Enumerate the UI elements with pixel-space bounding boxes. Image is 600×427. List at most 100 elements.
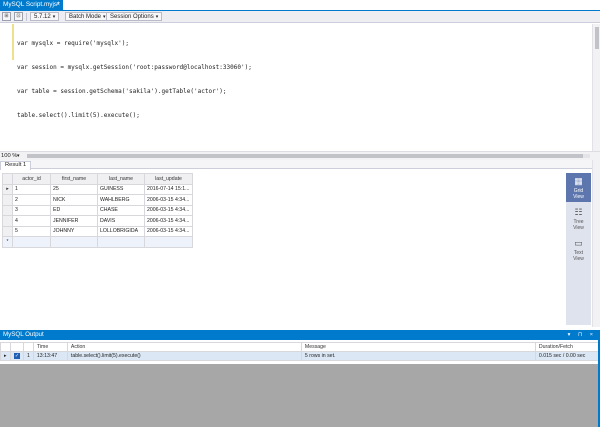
session-options-label: Session Options — [110, 14, 154, 20]
server-version-label: 5.7.12 — [34, 14, 51, 20]
row-header-corner — [2, 173, 13, 185]
table-row[interactable]: ▸ 1 25 GUINESS 2016-07-14 15:1... — [2, 183, 193, 195]
tab-result-1[interactable]: Result 1 — [0, 161, 32, 170]
code-line: table.select().limit(5).execute(); — [17, 112, 140, 119]
table-cell[interactable]: 2006-03-15 4:34... — [144, 225, 193, 237]
document-tab-bar: MySQL Script.myjs* × — [0, 0, 600, 10]
column-header[interactable]: Message — [300, 342, 536, 352]
result-tab-bar: Result 1 — [0, 160, 600, 170]
column-header[interactable]: Time — [32, 342, 68, 352]
row-header-corner — [0, 342, 11, 352]
editor-vertical-scrollbar[interactable] — [592, 24, 600, 151]
grid-view-label-2: View — [573, 194, 584, 200]
toolbar-separator — [26, 13, 27, 21]
table-cell[interactable]: 2006-03-15 4:34... — [144, 215, 193, 227]
table-cell: 1 — [23, 351, 34, 361]
results-vertical-scrollbar[interactable] — [592, 160, 600, 327]
table-cell[interactable]: LOLLOBRIGIDA — [97, 225, 145, 237]
table-row[interactable]: 5 JOHNNY LOLLOBRIGIDA 2006-03-15 4:34... — [2, 225, 193, 237]
tree-view-label-2: View — [573, 225, 584, 231]
column-header[interactable]: last_update — [144, 173, 193, 185]
table-cell[interactable]: CHASE — [97, 204, 145, 216]
table-cell[interactable]: 2006-03-15 4:34... — [144, 204, 193, 216]
table-cell[interactable]: 1 — [12, 183, 51, 195]
table-cell: 0.015 sec / 0.00 sec — [534, 351, 600, 361]
row-header[interactable] — [2, 194, 13, 206]
script-editor[interactable]: var mysqlx = require('mysqlx'); var sess… — [0, 24, 600, 151]
changed-lines-marker — [12, 24, 14, 60]
column-header[interactable]: Action — [66, 342, 302, 352]
table-row[interactable]: 2 NICK WAHLBERG 2006-03-15 4:34... — [2, 194, 193, 206]
grid-view-button[interactable]: ▦ Grid View — [566, 173, 591, 202]
close-tab-icon[interactable]: × — [56, 0, 60, 10]
session-options-dropdown[interactable]: Session Options ▾ — [106, 12, 163, 21]
table-cell: 5 rows in set. — [300, 351, 536, 361]
result-grid[interactable]: actor_id first_name last_name last_updat… — [2, 173, 193, 248]
chevron-down-icon: ▾ — [52, 14, 56, 20]
table-cell[interactable]: 3 — [12, 204, 51, 216]
output-log-table[interactable]: Time Action Message Duration/Fetch ▸ ✓ 1… — [0, 342, 600, 361]
text-view-button[interactable]: ▭ Text View — [566, 235, 591, 264]
table-cell[interactable] — [12, 236, 51, 248]
table-cell[interactable] — [97, 236, 145, 248]
zoom-bar: 100 % ▾ — [0, 151, 600, 160]
scrollbar-thumb[interactable] — [27, 154, 583, 158]
view-switcher: ▦ Grid View ☷ Tree View ▭ Text View — [566, 173, 591, 325]
index-column-header — [23, 342, 34, 352]
table-cell: table.select().limit(5).execute() — [66, 351, 302, 361]
table-cell[interactable] — [144, 236, 193, 248]
table-cell[interactable] — [50, 236, 98, 248]
row-header[interactable] — [2, 204, 13, 216]
row-header[interactable] — [2, 215, 13, 227]
success-check-icon: ✓ — [14, 353, 20, 359]
table-cell[interactable]: 25 — [50, 183, 98, 195]
table-row[interactable]: 3 ED CHASE 2006-03-15 4:34... — [2, 204, 193, 216]
zoom-level[interactable]: 100 % — [1, 152, 17, 160]
column-header[interactable]: Duration/Fetch — [534, 342, 600, 352]
script-document-tab[interactable]: MySQL Script.myjs* × — [0, 0, 63, 10]
table-cell[interactable]: JOHNNY — [50, 225, 98, 237]
output-header-row: Time Action Message Duration/Fetch — [0, 342, 600, 352]
code-line: var mysqlx = require('mysqlx'); — [17, 40, 129, 47]
table-cell[interactable]: DAVIS — [97, 215, 145, 227]
table-cell[interactable]: 2016-07-14 15:1... — [144, 183, 193, 195]
table-row[interactable]: 4 JENNIFER DAVIS 2006-03-15 4:34... — [2, 215, 193, 227]
column-header[interactable]: actor_id — [12, 173, 51, 185]
results-pane: Result 1 actor_id first_name last_name l… — [0, 160, 600, 327]
table-cell[interactable]: 4 — [12, 215, 51, 227]
row-header[interactable] — [2, 225, 13, 237]
table-cell[interactable]: JENNIFER — [50, 215, 98, 227]
code-line: var table = session.getSchema('sakila').… — [17, 88, 227, 95]
table-cell[interactable]: ED — [50, 204, 98, 216]
tree-icon: ☷ — [574, 207, 583, 217]
batch-mode-label: Batch Mode — [69, 14, 102, 20]
output-empty-area — [0, 364, 600, 427]
code-block[interactable]: var mysqlx = require('mysqlx'); var sess… — [17, 24, 252, 136]
chevron-down-icon[interactable]: ▾ — [17, 152, 20, 160]
table-cell[interactable]: 2006-03-15 4:34... — [144, 194, 193, 206]
table-cell[interactable]: NICK — [50, 194, 98, 206]
batch-mode-dropdown[interactable]: Batch Mode ▾ — [65, 12, 110, 21]
new-row-marker: * — [2, 236, 13, 248]
output-pane-title: MySQL Output — [3, 331, 44, 338]
text-view-label-2: View — [573, 256, 584, 262]
table-cell[interactable]: 2 — [12, 194, 51, 206]
table-cell[interactable]: GUINESS — [97, 183, 145, 195]
run-script-icon[interactable]: ⊞ — [2, 12, 11, 21]
pane-controls[interactable]: ▾ ⊓ × — [568, 330, 596, 340]
column-header[interactable]: last_name — [97, 173, 145, 185]
script-toolbar: ⊞ ⊡ 5.7.12 ▾ Batch Mode ▾ Session Options ▾ — [0, 11, 600, 23]
scrollbar-thumb[interactable] — [595, 27, 599, 49]
table-cell[interactable]: WAHLBERG — [97, 194, 145, 206]
server-version-dropdown[interactable]: 5.7.12 ▾ — [30, 12, 60, 21]
column-header[interactable]: first_name — [50, 173, 98, 185]
table-cell[interactable]: 5 — [12, 225, 51, 237]
tree-view-button[interactable]: ☷ Tree View — [566, 204, 591, 233]
chevron-down-icon: ▾ — [155, 14, 159, 20]
text-icon: ▭ — [574, 238, 583, 248]
table-cell: 13:13:47 — [32, 351, 68, 361]
run-statement-icon[interactable]: ⊡ — [14, 12, 23, 21]
grid-header-row: actor_id first_name last_name last_updat… — [2, 173, 193, 185]
new-row[interactable]: * — [2, 236, 193, 248]
table-row[interactable]: ▸ ✓ 1 13:13:47 table.select().limit(5).e… — [0, 351, 600, 361]
